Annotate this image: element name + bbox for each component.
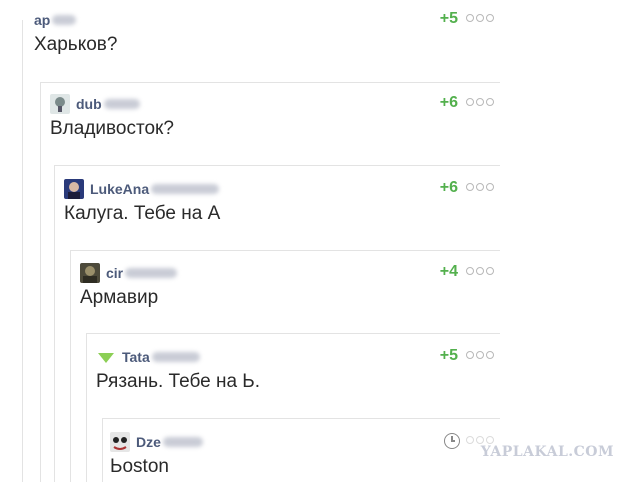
comment-text: Калуга. Тебе на А: [64, 203, 221, 224]
rating-score[interactable]: +4: [418, 263, 458, 281]
comment-header: cir: [80, 263, 178, 283]
comment-header: ap: [34, 10, 77, 30]
rating-score[interactable]: +6: [418, 179, 458, 197]
comment-text: Рязань. Тебе на Ь.: [96, 371, 261, 392]
comment-text: Ьoston: [110, 456, 169, 477]
blurred-username: [125, 268, 178, 278]
thread-line: [70, 250, 71, 482]
separator: [54, 165, 500, 166]
separator: [86, 333, 500, 334]
rating-score[interactable]: +5: [418, 10, 458, 28]
dots-icon[interactable]: [466, 267, 494, 275]
separator: [40, 82, 500, 83]
blurred-username: [151, 184, 220, 194]
comment-text: Армавир: [80, 287, 159, 308]
username[interactable]: Tata: [122, 349, 150, 365]
username[interactable]: LukeAna: [90, 181, 149, 197]
comment-text: Харьков?: [34, 34, 118, 55]
rating-score[interactable]: +5: [418, 347, 458, 365]
dots-icon[interactable]: [466, 98, 494, 106]
username[interactable]: Dze: [136, 434, 161, 450]
blurred-username: [151, 352, 200, 362]
thread-line: [40, 82, 41, 482]
rating-score[interactable]: +6: [418, 94, 458, 112]
dots-icon[interactable]: [466, 183, 494, 191]
username[interactable]: cir: [106, 265, 123, 281]
thread-line: [102, 418, 103, 482]
thread-line: [86, 333, 87, 482]
dots-icon[interactable]: [466, 351, 494, 359]
watermark: YAPLAKAL.COM: [480, 444, 614, 460]
avatar[interactable]: [110, 432, 130, 452]
comment-header: Tata: [96, 347, 200, 367]
separator: [102, 418, 500, 419]
username[interactable]: dub: [76, 96, 102, 112]
dots-icon[interactable]: [466, 436, 494, 444]
triangle-icon: [98, 353, 114, 363]
blurred-username: [103, 99, 140, 109]
comment-header: Dze: [110, 432, 203, 452]
comment-header: dub: [50, 94, 140, 114]
avatar[interactable]: [50, 94, 70, 114]
separator: [70, 250, 500, 251]
thread-line: [54, 165, 55, 482]
avatar[interactable]: [64, 179, 84, 199]
avatar[interactable]: [80, 263, 100, 283]
comment-header: LukeAna: [64, 179, 220, 199]
thread-line: [22, 20, 23, 482]
username[interactable]: ap: [34, 12, 50, 28]
blurred-username: [162, 437, 203, 447]
blurred-username: [52, 15, 77, 25]
clock-icon: [444, 433, 460, 449]
dots-icon[interactable]: [466, 14, 494, 22]
comment-text: Владивосток?: [50, 118, 174, 139]
